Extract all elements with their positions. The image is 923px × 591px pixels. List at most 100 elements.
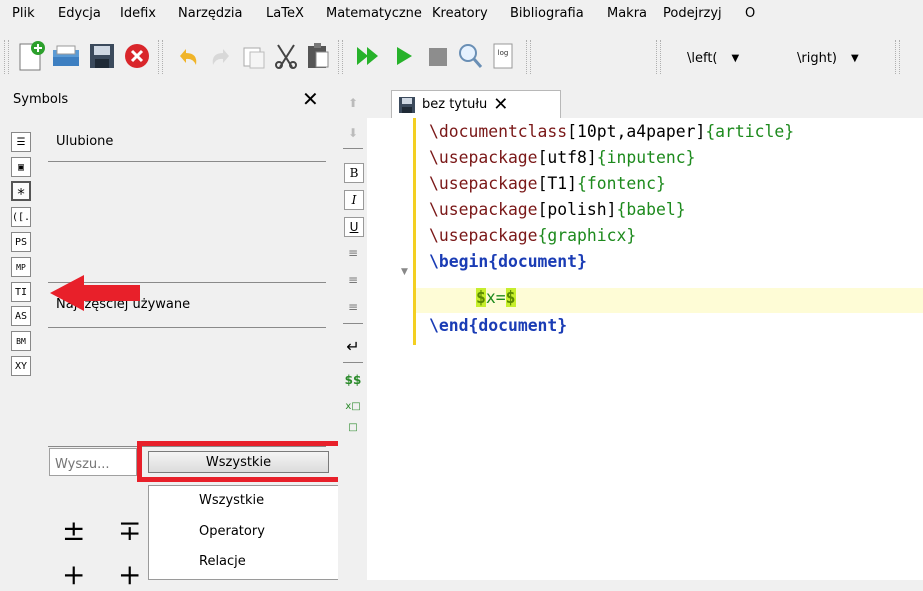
left-delimiter-combo[interactable]: \left( ▼ [687,45,739,71]
cut-button[interactable] [268,38,304,74]
metapost-icon[interactable]: MP [11,257,31,277]
code-line-math: $x=$ [476,288,516,307]
xypic-icon[interactable]: XY [11,356,31,376]
toolbar: log \left( ▼ \right) ▼ [0,30,923,84]
inline-math-button[interactable]: $$ [344,371,362,389]
align-left-icon[interactable]: ≡ [344,244,362,262]
toolbar-separator [338,40,343,74]
magnifier-icon [459,44,483,68]
pstricks-icon[interactable]: PS [11,232,31,252]
align-center-icon[interactable]: ≡ [344,271,362,289]
tab-close-icon[interactable]: ✕ [493,94,508,115]
right-delimiter-combo[interactable]: \right) ▼ [797,45,859,71]
code-line: \usepackage{graphicx} [429,226,637,245]
divider [343,323,363,324]
bookmark-icon[interactable]: ▣ [11,157,31,177]
redo-button[interactable] [203,38,239,74]
log-button[interactable]: log [485,38,521,74]
divider [343,148,363,149]
menubar: Plik Edycja Idefix Narzędzia LaTeX Matem… [0,0,923,30]
svg-text:log: log [498,49,509,57]
tab-title: bez tytułu [422,97,488,112]
divider [343,362,363,363]
toolbar-separator [895,40,900,74]
plus-minus-symbol[interactable]: ± [62,514,85,547]
tikz-icon[interactable]: TI [11,282,31,302]
new-document-button[interactable] [14,38,50,74]
category-select-value: Wszystkie [205,454,272,470]
copy-button[interactable] [236,38,272,74]
format-toolbar: ⬆ ⬇ B I U ≡ ≡ ≡ ↵ $$ x□ □ [338,84,367,580]
menu-latex[interactable]: LaTeX [266,6,304,21]
new-file-icon [19,41,45,71]
menu-tools[interactable]: Narzędzia [178,6,243,21]
plus-symbol[interactable]: + [118,558,141,591]
align-right-icon[interactable]: ≡ [344,298,362,316]
asymptote-icon[interactable]: AS [11,306,31,326]
close-file-button[interactable] [119,38,155,74]
minus-plus-symbol[interactable]: ∓ [118,514,141,547]
symbol-search-input[interactable] [49,448,137,476]
delimiters-icon[interactable]: ([. [11,207,31,227]
clipboard-icon [308,43,329,68]
fold-arrow-icon[interactable]: ▼ [401,267,408,277]
favorites-label: Ulubione [56,134,114,149]
redo-icon [212,49,229,65]
save-button[interactable] [84,38,120,74]
folder-icon [53,45,79,66]
open-button[interactable] [48,38,84,74]
asterisk-icon[interactable]: ∗ [11,181,31,201]
toolbar-separator [526,40,531,74]
play-icon [397,47,412,65]
copy-icon [243,47,265,69]
category-option-all[interactable]: Wszystkie [199,493,264,508]
menu-file[interactable]: Plik [12,6,35,21]
panel-close-icon[interactable]: ✕ [302,87,319,111]
code-line: \usepackage[utf8]{inputenc} [429,148,696,167]
tab-document[interactable]: bez tytułu ✕ [391,90,561,118]
stop-button[interactable] [420,38,456,74]
beamer-icon[interactable]: BM [11,331,31,351]
right-delimiter-value: \right) [797,50,837,66]
menu-macros[interactable]: Makra [607,6,647,21]
newline-icon[interactable]: ↵ [344,337,362,356]
menu-bibliography[interactable]: Bibliografia [510,6,584,21]
category-option-relations[interactable]: Relacje [199,554,246,569]
code-line: \documentclass[10pt,a4paper]{article} [429,122,795,141]
underline-button[interactable]: U [344,217,364,237]
left-delimiter-value: \left( [687,50,718,66]
editor-tabbar: bez tytułu ✕ [367,84,923,118]
undo-icon [180,49,197,65]
code-line: \usepackage[T1]{fontenc} [429,174,666,193]
menu-edit[interactable]: Edycja [58,6,101,21]
scissors-icon [275,44,297,69]
change-bar [413,118,416,345]
undo-button[interactable] [170,38,206,74]
plus-symbol[interactable]: + [62,558,85,591]
menu-math[interactable]: Matematyczne [326,6,422,21]
superscript-icon[interactable]: □ [344,418,362,436]
code-editor[interactable]: ▼ \documentclass[10pt,a4paper]{article} … [367,118,923,580]
menu-wizards[interactable]: Kreatory [432,6,488,21]
bold-button[interactable]: B [344,163,364,183]
floppy-icon [90,44,114,68]
menu-view[interactable]: Podejrzyj [663,6,722,21]
view-button[interactable] [452,38,488,74]
italic-button[interactable]: I [344,190,364,210]
compile-button[interactable] [386,38,422,74]
paste-button[interactable] [300,38,336,74]
subscript-icon[interactable]: x□ [344,397,362,415]
stop-icon [429,48,447,66]
category-select[interactable]: Wszystkie [148,451,329,473]
quick-build-button[interactable] [350,38,386,74]
arrow-up-icon[interactable]: ⬆ [344,94,362,112]
category-option-operators[interactable]: Operatory [199,524,265,539]
menu-idefix[interactable]: Idefix [120,6,156,21]
code-line-end: \end{document} [429,316,568,335]
arrow-down-icon[interactable]: ⬇ [344,124,362,142]
code-line-begin: \begin{document} [429,252,587,271]
list-icon[interactable]: ☰ [11,132,31,152]
menu-about[interactable]: O [745,6,755,21]
floppy-icon [399,96,415,113]
divider [48,327,326,328]
